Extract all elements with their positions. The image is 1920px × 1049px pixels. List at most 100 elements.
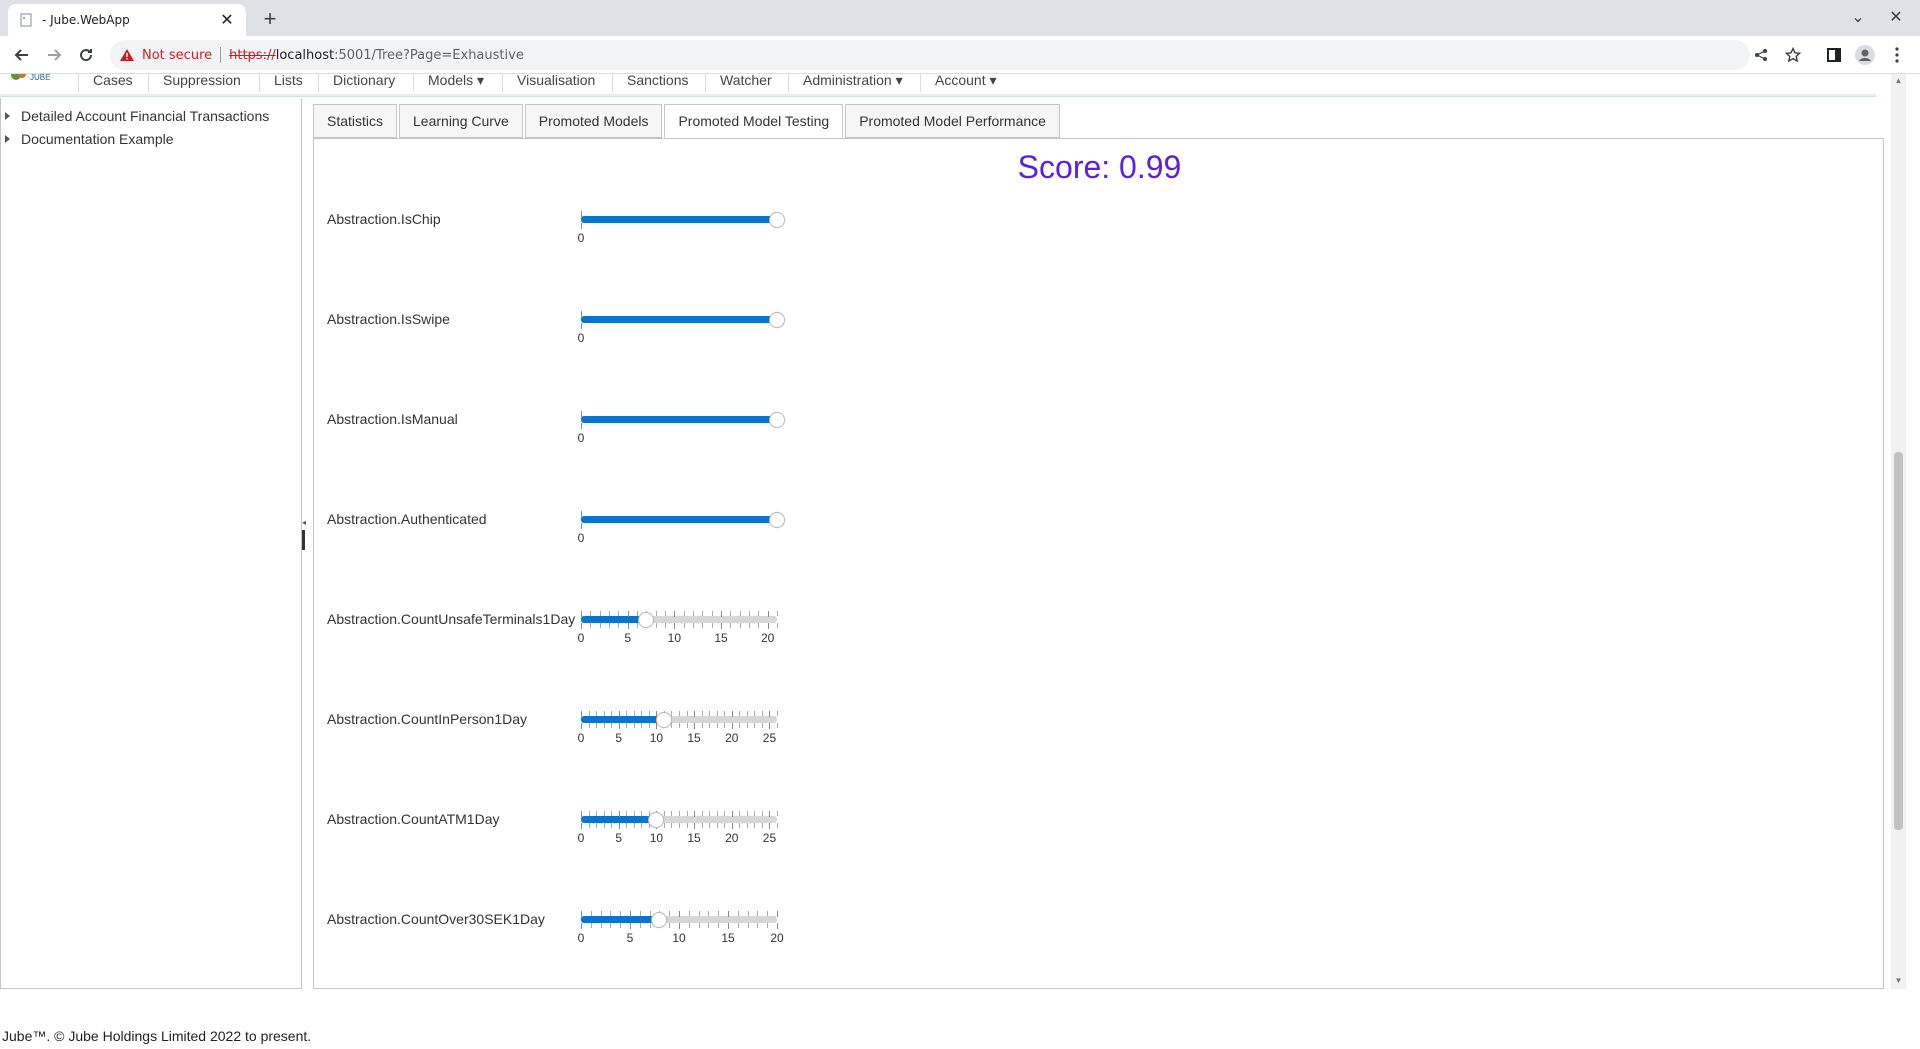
menu-item-lists[interactable]: Lists — [259, 74, 317, 92]
slider-tick — [724, 823, 726, 828]
slider-thumb[interactable] — [769, 412, 785, 428]
not-secure-label[interactable]: Not secure — [142, 48, 212, 63]
slider-thumb[interactable] — [648, 812, 665, 828]
tab-promoted-model-performance[interactable]: Promoted Model Performance — [845, 104, 1060, 138]
url-text[interactable]: https://localhost:5001/Tree?Page=Exhaust… — [229, 48, 524, 63]
tab-search-icon[interactable]: ⌄ — [1844, 6, 1872, 30]
slider-tick — [581, 923, 582, 929]
menu-item-watcher[interactable]: Watcher — [705, 74, 786, 92]
address-bar[interactable]: Not secure https://localhost:5001/Tree?P… — [110, 40, 1750, 70]
collapse-arrow-icon[interactable]: ◂ — [302, 518, 306, 527]
svg-text:JUBE: JUBE — [30, 74, 50, 82]
menu-item-visualisation[interactable]: Visualisation — [502, 74, 609, 92]
feature-slider[interactable]: 0 — [578, 311, 785, 351]
slider-tick-label: 25 — [762, 831, 777, 845]
bookmark-star-icon[interactable] — [1781, 43, 1805, 67]
slider-tick — [679, 811, 680, 816]
tab-statistics[interactable]: Statistics — [313, 104, 398, 138]
slider-tick — [709, 811, 711, 816]
side-panel-icon[interactable] — [1822, 43, 1846, 67]
slider-thumb[interactable] — [638, 612, 655, 628]
slider-tick — [679, 923, 680, 929]
warning-icon[interactable] — [118, 46, 136, 64]
menu-item-dictionary[interactable]: Dictionary — [318, 74, 409, 92]
menu-item-suppression[interactable]: Suppression — [148, 74, 255, 92]
slider-tick — [701, 711, 703, 716]
tree-item-label[interactable]: Detailed Account Financial Transactions — [21, 108, 269, 124]
slider-tick — [767, 923, 769, 928]
slider-tick-label: 0 — [577, 231, 585, 245]
slider-fill — [581, 816, 657, 823]
slider-tick — [671, 723, 673, 728]
slider-tick — [688, 911, 690, 916]
slider-tick — [758, 611, 760, 616]
menu-item-models[interactable]: Models ▾ — [413, 74, 498, 92]
feature-slider[interactable]: 0 — [577, 211, 785, 251]
slider-tick — [588, 823, 590, 828]
jube-logo[interactable]: JUBE — [10, 74, 58, 90]
slider-tick — [688, 923, 690, 928]
feature-label: Abstraction.CountUnsafeTerminals1Day — [327, 611, 576, 627]
slider-tick — [728, 923, 729, 929]
forward-icon[interactable] — [42, 43, 66, 67]
feature-row: Abstraction.CountUnsafeTerminals1Day 0 5 10… — [327, 611, 1127, 671]
slider-thumb[interactable] — [655, 712, 672, 728]
menu-item-account[interactable]: Account ▾ — [920, 74, 1011, 92]
slider-thumb[interactable] — [769, 512, 785, 528]
scroll-up-icon[interactable]: ▲ — [1894, 76, 1903, 85]
browser-tab[interactable]: - Jube.WebApp ✕ — [8, 4, 246, 36]
expand-arrow-icon[interactable] — [5, 135, 10, 143]
scrollbar-thumb[interactable] — [1894, 452, 1903, 830]
slider-tick — [739, 811, 741, 816]
tree-item[interactable]: Detailed Account Financial Transactions — [5, 105, 269, 127]
feature-slider[interactable]: 0 — [577, 411, 785, 451]
tree-item[interactable]: Documentation Example — [5, 128, 174, 150]
close-tab-icon[interactable]: ✕ — [218, 10, 236, 30]
slider-tick — [641, 723, 643, 728]
slider-tick — [674, 623, 676, 629]
close-window-icon[interactable]: ✕ — [1882, 6, 1910, 30]
tab-learning-curve[interactable]: Learning Curve — [399, 104, 523, 138]
slider-tick — [611, 811, 613, 816]
feature-slider[interactable]: 0 5 10 15 20 — [578, 911, 784, 951]
expand-arrow-icon[interactable] — [5, 112, 10, 120]
slider-tick-label: 5 — [626, 931, 634, 945]
splitter-handle[interactable] — [302, 530, 305, 550]
slider-thumb[interactable] — [769, 212, 785, 228]
slider-tick — [590, 611, 592, 616]
share-icon[interactable] — [1749, 43, 1773, 67]
reload-icon[interactable] — [74, 43, 98, 67]
slider-tick — [618, 811, 620, 817]
slider-thumb[interactable] — [769, 312, 785, 328]
slider-tick — [611, 711, 613, 716]
slider-thumb[interactable] — [651, 912, 668, 928]
menu-item-sanctions[interactable]: Sanctions — [612, 74, 702, 92]
slider-tick — [711, 611, 713, 616]
feature-slider[interactable]: 0 5 10 15 20 25 — [578, 711, 781, 751]
slider-tick — [669, 911, 671, 916]
slider-tick — [686, 811, 688, 816]
menu-item-cases[interactable]: Cases — [78, 74, 147, 92]
url-host: localhost — [275, 47, 335, 63]
more-menu-icon[interactable] — [1885, 43, 1909, 67]
feature-slider[interactable]: 0 — [578, 511, 785, 551]
back-icon[interactable] — [10, 43, 34, 67]
profile-avatar-icon[interactable] — [1853, 43, 1877, 67]
menu-item-administration[interactable]: Administration ▾ — [788, 74, 917, 92]
slider-tick-label: 0 — [577, 431, 585, 445]
tab-promoted-model-testing[interactable]: Promoted Model Testing — [664, 104, 844, 138]
scroll-down-icon[interactable]: ▼ — [1894, 976, 1903, 985]
slider-tick — [671, 811, 673, 816]
slider-tick — [655, 611, 657, 616]
slider-tick — [761, 711, 763, 716]
tab-promoted-models[interactable]: Promoted Models — [524, 104, 663, 138]
slider-tick — [694, 723, 696, 729]
slider-tick — [718, 911, 720, 916]
slider-tick — [648, 723, 650, 728]
vertical-scrollbar[interactable]: ▲ ▼ — [1891, 74, 1906, 989]
slider-fill — [581, 216, 777, 223]
feature-slider[interactable]: 0 5 10 15 20 25 — [578, 811, 781, 851]
feature-slider[interactable]: 0 5 10 15 20 — [578, 611, 781, 651]
tree-item-label[interactable]: Documentation Example — [21, 131, 174, 147]
new-tab-button[interactable]: + — [256, 6, 284, 34]
